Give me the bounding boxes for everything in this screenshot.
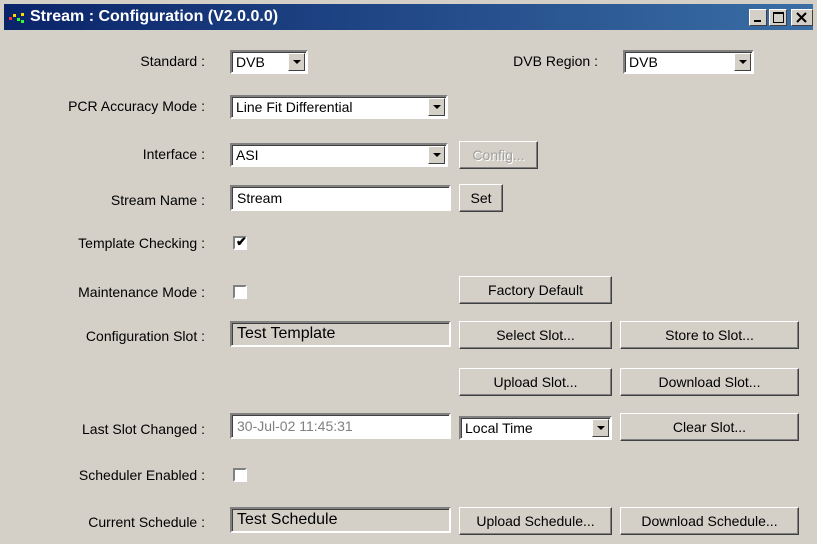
last-slot-changed-field: 30-Jul-02 11:45:31 [230, 413, 451, 439]
standard-select[interactable]: DVB [230, 50, 308, 74]
interface-select[interactable]: ASI [230, 143, 448, 167]
maximize-button[interactable] [769, 9, 787, 26]
upload-slot-button[interactable]: Upload Slot... [459, 368, 612, 396]
minimize-icon [754, 20, 761, 22]
close-button[interactable] [791, 9, 813, 26]
dvb-region-select[interactable]: DVB [623, 50, 754, 74]
maintenance-mode-checkbox[interactable] [233, 285, 247, 299]
stream-name-label: Stream Name : [110, 192, 205, 208]
download-slot-button[interactable]: Download Slot... [620, 368, 799, 396]
close-icon [796, 12, 807, 23]
clear-slot-button[interactable]: Clear Slot... [620, 413, 799, 441]
download-schedule-button[interactable]: Download Schedule... [620, 507, 799, 535]
factory-default-button[interactable]: Factory Default [459, 276, 612, 304]
chevron-down-icon[interactable] [592, 419, 609, 437]
time-mode-select[interactable]: Local Time [459, 416, 612, 440]
interface-label: Interface : [142, 146, 205, 162]
configuration-slot-field: Test Template [230, 321, 451, 347]
checkmark-icon: ✔ [236, 234, 247, 249]
maximize-icon [773, 12, 784, 23]
app-icon [9, 13, 24, 23]
last-slot-changed-label: Last Slot Changed : [82, 421, 205, 437]
current-schedule-label: Current Schedule : [88, 514, 205, 530]
chevron-down-icon[interactable] [428, 146, 445, 164]
configuration-window: Stream : Configuration (V2.0.0.0) Standa… [0, 0, 817, 544]
pcr-mode-label: PCR Accuracy Mode : [68, 98, 205, 114]
configuration-slot-label: Configuration Slot : [85, 328, 205, 344]
minimize-button[interactable] [749, 9, 767, 26]
scheduler-enabled-label: Scheduler Enabled : [78, 467, 205, 483]
chevron-down-icon[interactable] [428, 98, 445, 116]
chevron-down-icon[interactable] [734, 53, 751, 71]
set-button[interactable]: Set [459, 184, 503, 212]
config-button[interactable]: Config... [459, 141, 538, 169]
store-to-slot-button[interactable]: Store to Slot... [620, 321, 799, 349]
title-bar[interactable]: Stream : Configuration (V2.0.0.0) [4, 4, 813, 30]
template-checking-checkbox[interactable]: ✔ [233, 234, 247, 250]
template-checking-label: Template Checking : [78, 235, 205, 251]
current-schedule-field: Test Schedule [230, 507, 451, 533]
scheduler-enabled-checkbox[interactable] [233, 468, 247, 482]
stream-name-input[interactable]: Stream [230, 185, 451, 211]
window-title: Stream : Configuration (V2.0.0.0) [30, 8, 279, 25]
upload-schedule-button[interactable]: Upload Schedule... [459, 507, 612, 535]
standard-label: Standard : [140, 53, 205, 69]
maintenance-mode-label: Maintenance Mode : [78, 284, 205, 300]
dvb-region-label: DVB Region : [513, 53, 598, 69]
pcr-mode-select[interactable]: Line Fit Differential [230, 95, 448, 119]
select-slot-button[interactable]: Select Slot... [459, 321, 612, 349]
chevron-down-icon[interactable] [288, 53, 305, 71]
